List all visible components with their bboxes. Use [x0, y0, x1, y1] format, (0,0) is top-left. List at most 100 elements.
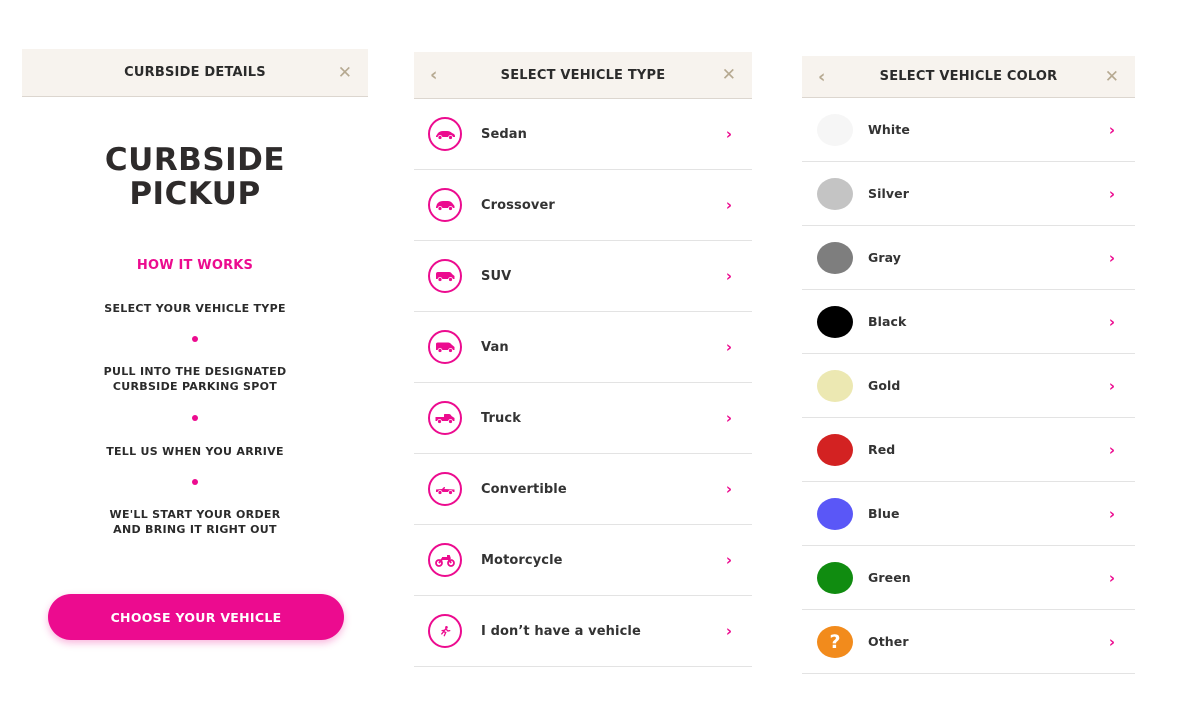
vehicle-color-header: ‹ SELECT VEHICLE COLOR ✕: [802, 56, 1135, 98]
van-icon: [428, 330, 462, 364]
close-icon[interactable]: ✕: [338, 63, 352, 83]
step-separator-dot: [192, 415, 198, 421]
back-chevron-icon[interactable]: ‹: [430, 65, 437, 86]
step-1: SELECT YOUR VEHICLE TYPE: [22, 301, 368, 316]
vehicle-type-truck[interactable]: Truck ›: [414, 383, 752, 454]
vehicle-type-no-vehicle[interactable]: I don’t have a vehicle ›: [414, 596, 752, 667]
step-4-text-line-2: AND BRING IT RIGHT OUT: [113, 523, 277, 536]
vehicle-type-sedan[interactable]: Sedan ›: [414, 99, 752, 170]
color-swatch: [817, 497, 853, 530]
close-icon[interactable]: ✕: [1105, 67, 1119, 87]
title-line-2: PICKUP: [129, 176, 261, 212]
color-swatch: [817, 113, 853, 146]
vehicle-type-label: Convertible: [481, 481, 567, 497]
sedan-icon: [428, 117, 462, 151]
chevron-right-icon: ›: [1108, 440, 1115, 459]
chevron-right-icon: ›: [725, 622, 732, 640]
how-it-works-heading: HOW IT WORKS: [136, 258, 254, 273]
curbside-details-panel: CURBSIDE DETAILS ✕ CURBSIDE PICKUP HOW I…: [22, 49, 368, 669]
step-2-text-line-1: PULL INTO THE DESIGNATED: [103, 365, 287, 378]
header-title: CURBSIDE DETAILS: [124, 65, 266, 80]
color-label: Silver: [868, 186, 909, 201]
vehicle-type-label: Motorcycle: [481, 552, 563, 568]
color-swatch: [817, 369, 853, 402]
chevron-right-icon: ›: [1108, 184, 1115, 203]
choose-your-vehicle-button[interactable]: CHOOSE YOUR VEHICLE: [48, 594, 344, 640]
chevron-right-icon: ›: [1108, 568, 1115, 587]
step-3: TELL US WHEN YOU ARRIVE: [22, 444, 368, 459]
select-vehicle-type-panel: ‹ SELECT VEHICLE TYPE ✕ Sedan › Crossove…: [414, 52, 752, 672]
vehicle-color-black[interactable]: Black ›: [802, 290, 1135, 354]
vehicle-type-suv[interactable]: SUV ›: [414, 241, 752, 312]
convertible-icon: [428, 472, 462, 506]
step-2-text-line-2: CURBSIDE PARKING SPOT: [112, 380, 278, 393]
question-mark-icon: ?: [817, 625, 853, 658]
vehicle-type-van[interactable]: Van ›: [414, 312, 752, 383]
crossover-icon: [428, 188, 462, 222]
select-vehicle-color-panel: ‹ SELECT VEHICLE COLOR ✕ White › Silver …: [802, 56, 1135, 676]
vehicle-type-label: SUV: [481, 268, 512, 284]
chevron-right-icon: ›: [1108, 632, 1115, 651]
vehicle-color-blue[interactable]: Blue ›: [802, 482, 1135, 546]
vehicle-type-label: Van: [481, 339, 509, 355]
vehicle-type-label: Crossover: [481, 197, 555, 213]
vehicle-color-gray[interactable]: Gray ›: [802, 226, 1135, 290]
chevron-right-icon: ›: [725, 338, 732, 356]
color-swatch: [817, 561, 853, 594]
vehicle-type-crossover[interactable]: Crossover ›: [414, 170, 752, 241]
chevron-right-icon: ›: [725, 551, 732, 569]
chevron-right-icon: ›: [1108, 120, 1115, 139]
vehicle-color-white[interactable]: White ›: [802, 98, 1135, 162]
title-line-1: CURBSIDE: [104, 142, 286, 178]
chevron-right-icon: ›: [1108, 248, 1115, 267]
color-label: Green: [868, 570, 911, 585]
vehicle-type-label: Truck: [481, 410, 521, 426]
chevron-right-icon: ›: [725, 480, 732, 498]
truck-icon: [428, 401, 462, 435]
vehicle-color-red[interactable]: Red ›: [802, 418, 1135, 482]
color-swatch: [817, 241, 853, 274]
vehicle-color-gold[interactable]: Gold ›: [802, 354, 1135, 418]
color-label: Blue: [868, 506, 900, 521]
vehicle-color-silver[interactable]: Silver ›: [802, 162, 1135, 226]
suv-icon: [428, 259, 462, 293]
chevron-right-icon: ›: [725, 125, 732, 143]
step-2: PULL INTO THE DESIGNATED CURBSIDE PARKIN…: [22, 364, 368, 394]
color-label: Other: [868, 634, 909, 649]
color-swatch: [817, 177, 853, 210]
step-3-text: TELL US WHEN YOU ARRIVE: [106, 445, 284, 458]
color-label: Black: [868, 314, 907, 329]
chevron-right-icon: ›: [1108, 504, 1115, 523]
close-icon[interactable]: ✕: [722, 65, 736, 85]
chevron-right-icon: ›: [725, 409, 732, 427]
page-title: CURBSIDE PICKUP: [22, 143, 368, 211]
header-title: SELECT VEHICLE COLOR: [879, 69, 1058, 84]
vehicle-type-motorcycle[interactable]: Motorcycle ›: [414, 525, 752, 596]
step-4: WE'LL START YOUR ORDER AND BRING IT RIGH…: [22, 507, 368, 537]
step-separator-dot: [192, 336, 198, 342]
color-label: White: [868, 122, 910, 137]
chevron-right-icon: ›: [1108, 376, 1115, 395]
header-title: SELECT VEHICLE TYPE: [500, 67, 666, 83]
vehicle-type-convertible[interactable]: Convertible ›: [414, 454, 752, 525]
vehicle-type-header: ‹ SELECT VEHICLE TYPE ✕: [414, 52, 752, 99]
vehicle-color-other[interactable]: ? Other ›: [802, 610, 1135, 674]
color-swatch: [817, 305, 853, 338]
color-label: Gray: [868, 250, 902, 265]
back-chevron-icon[interactable]: ‹: [818, 66, 825, 87]
chevron-right-icon: ›: [725, 267, 732, 285]
curbside-details-header: CURBSIDE DETAILS ✕: [22, 49, 368, 97]
color-label: Gold: [868, 378, 901, 393]
chevron-right-icon: ›: [1108, 312, 1115, 331]
chevron-right-icon: ›: [725, 196, 732, 214]
vehicle-type-label: I don’t have a vehicle: [481, 623, 641, 639]
motorcycle-icon: [428, 543, 462, 577]
vehicle-color-green[interactable]: Green ›: [802, 546, 1135, 610]
color-label: Red: [868, 442, 896, 457]
walking-person-icon: [428, 614, 462, 648]
color-swatch: [817, 433, 853, 466]
step-4-text-line-1: WE'LL START YOUR ORDER: [109, 508, 281, 521]
step-1-text: SELECT YOUR VEHICLE TYPE: [104, 302, 286, 315]
vehicle-type-label: Sedan: [481, 126, 528, 142]
step-separator-dot: [192, 479, 198, 485]
